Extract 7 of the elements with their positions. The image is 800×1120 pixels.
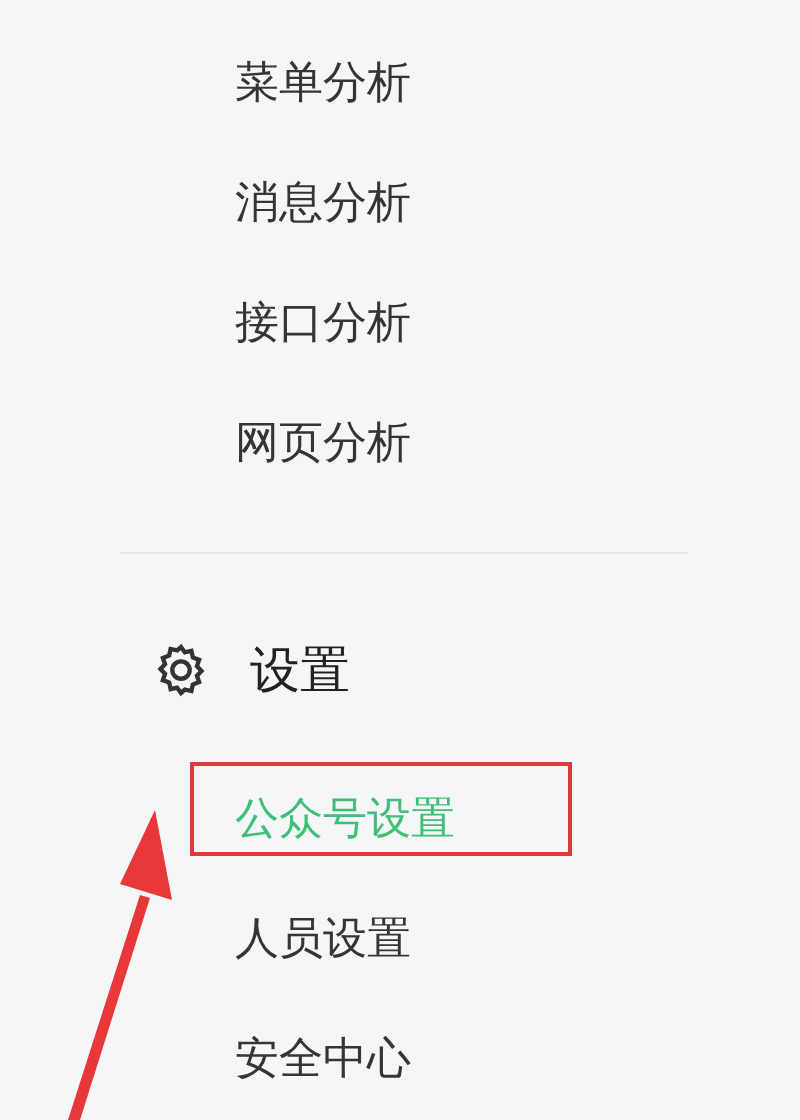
menu-item[interactable]: 菜单分析 [235, 60, 411, 104]
section-heading: 设置 [250, 645, 350, 695]
menu-item[interactable]: 网页分析 [235, 420, 411, 464]
menu-item[interactable]: 人员设置 [235, 916, 411, 960]
menu-item[interactable]: 消息分析 [235, 180, 411, 224]
menu-item[interactable]: 安全中心 [235, 1036, 411, 1080]
menu-item[interactable]: 接口分析 [235, 300, 411, 344]
